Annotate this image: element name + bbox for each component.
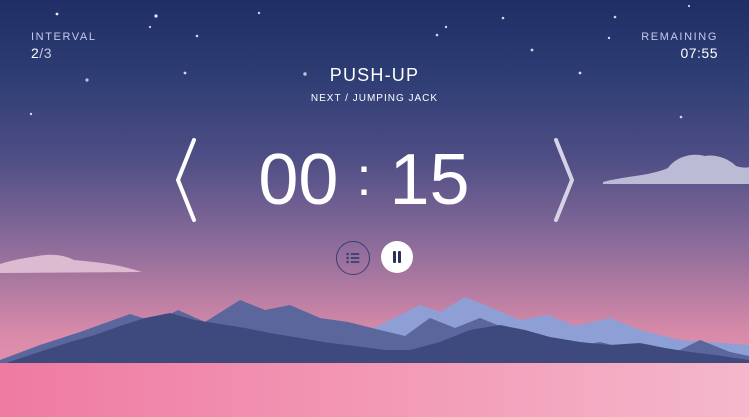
timer-colon: : xyxy=(356,147,372,207)
timer-seconds: 15 xyxy=(389,140,470,220)
interval-total: 3 xyxy=(43,45,52,61)
remaining-time: REMAINING 07:55 xyxy=(641,31,718,61)
exercise-title: PUSH-UP xyxy=(329,65,420,85)
timer-minutes: 00 xyxy=(258,140,339,220)
interval-counter: INTERVAL 2/3 xyxy=(31,31,97,61)
interval-value: 2/3 xyxy=(31,45,97,61)
cloud-right xyxy=(603,154,749,184)
exercise-list-button[interactable] xyxy=(336,241,370,275)
list-icon xyxy=(346,252,360,264)
next-interval-button[interactable] xyxy=(550,135,578,225)
remaining-label: REMAINING xyxy=(641,31,718,43)
pause-icon xyxy=(393,251,401,263)
water-surface xyxy=(0,363,749,417)
next-exercise: NEXT / JUMPING JACK xyxy=(310,93,439,104)
previous-interval-button[interactable] xyxy=(172,135,200,225)
interval-label: INTERVAL xyxy=(31,31,97,43)
countdown-timer: 00 : 15 xyxy=(244,135,484,225)
chevron-left-icon xyxy=(176,138,196,222)
remaining-value: 07:55 xyxy=(680,45,718,61)
chevron-right-icon xyxy=(554,138,574,222)
pause-button[interactable] xyxy=(381,241,413,273)
cloud-left xyxy=(0,254,142,273)
